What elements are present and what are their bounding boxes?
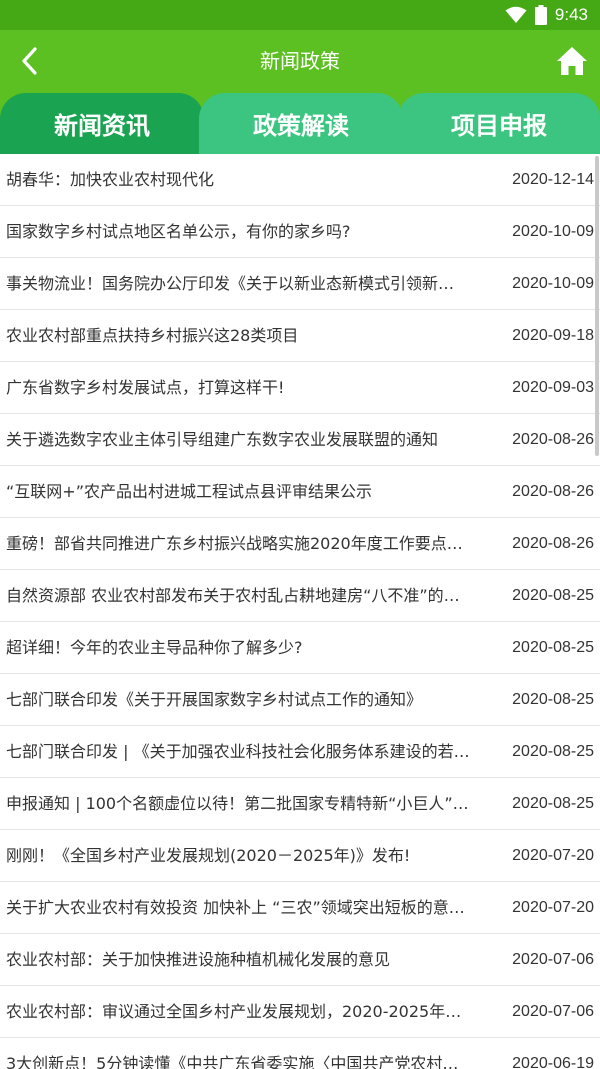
news-date: 2020-08-25 xyxy=(512,743,594,760)
news-title: 广东省数字乡村发展试点，打算这样干! xyxy=(6,378,285,397)
back-button[interactable] xyxy=(10,41,50,81)
news-title: 关于遴选数字农业主体引导组建广东数字农业发展联盟的通知 xyxy=(6,430,439,449)
wifi-icon xyxy=(505,6,527,23)
status-indicators: 9:43 xyxy=(505,0,588,30)
tab-news[interactable]: 新闻资讯 xyxy=(0,93,204,154)
news-date: 2020-09-03 xyxy=(512,379,594,396)
app-bar: 新闻政策 xyxy=(0,30,600,92)
status-time: 9:43 xyxy=(554,5,588,24)
list-item[interactable]: 自然资源部 农业农村部发布关于农村乱占耕地建房“八不准”的… 2020-08-2… xyxy=(0,570,600,622)
tab-policy[interactable]: 政策解读 xyxy=(199,93,403,154)
news-title: 3大创新点！5分钟读懂《中共广东省委实施〈中国共产党农村… xyxy=(6,1054,459,1069)
news-title: 农业农村部：审议通过全国乡村产业发展规划，2020-2025年… xyxy=(6,1002,462,1021)
news-date: 2020-06-19 xyxy=(512,1055,594,1069)
list-item[interactable]: 申报通知 | 100个名额虚位以待！第二批国家专精特新“小巨人”… 2020-0… xyxy=(0,778,600,830)
news-date: 2020-07-06 xyxy=(512,1003,594,1020)
list-item[interactable]: 七部门联合印发 | 《关于加强农业科技社会化服务体系建设的若… 2020-08-… xyxy=(0,726,600,778)
news-date: 2020-07-20 xyxy=(512,899,594,916)
list-item[interactable]: 刚刚！《全国乡村产业发展规划(2020－2025年)》发布! 2020-07-2… xyxy=(0,830,600,882)
news-date: 2020-08-26 xyxy=(512,535,594,552)
news-date: 2020-07-20 xyxy=(512,847,594,864)
list-item[interactable]: 七部门联合印发《关于开展国家数字乡村试点工作的通知》 2020-08-25 xyxy=(0,674,600,726)
tab-policy-label: 政策解读 xyxy=(253,112,349,140)
news-title: 农业农村部：关于加快推进设施种植机械化发展的意见 xyxy=(6,950,391,969)
home-icon xyxy=(557,47,587,75)
scrollbar[interactable] xyxy=(595,156,599,456)
chevron-left-icon xyxy=(22,47,37,75)
list-item[interactable]: 超详细！今年的农业主导品种你了解多少? 2020-08-25 xyxy=(0,622,600,674)
list-item[interactable]: 3大创新点！5分钟读懂《中共广东省委实施〈中国共产党农村… 2020-06-19 xyxy=(0,1038,600,1069)
news-date: 2020-08-25 xyxy=(512,795,594,812)
news-list[interactable]: 胡春华：加快农业农村现代化 2020-12-14 国家数字乡村试点地区名单公示，… xyxy=(0,154,600,1069)
news-title: 自然资源部 农业农村部发布关于农村乱占耕地建房“八不准”的… xyxy=(6,586,460,605)
list-item[interactable]: 农业农村部：审议通过全国乡村产业发展规划，2020-2025年… 2020-07… xyxy=(0,986,600,1038)
tab-projects[interactable]: 项目申报 xyxy=(398,93,600,154)
list-item[interactable]: 事关物流业！国务院办公厅印发《关于以新业态新模式引领新… 2020-10-09 xyxy=(0,258,600,310)
news-title: 刚刚！《全国乡村产业发展规划(2020－2025年)》发布! xyxy=(6,846,411,865)
news-date: 2020-10-09 xyxy=(512,223,594,240)
list-item[interactable]: 广东省数字乡村发展试点，打算这样干! 2020-09-03 xyxy=(0,362,600,414)
news-title: 申报通知 | 100个名额虚位以待！第二批国家专精特新“小巨人”… xyxy=(6,794,469,813)
status-bar: 9:43 xyxy=(0,0,600,30)
news-title: 七部门联合印发 | 《关于加强农业科技社会化服务体系建设的若… xyxy=(6,742,470,761)
list-item[interactable]: 国家数字乡村试点地区名单公示，有你的家乡吗? 2020-10-09 xyxy=(0,206,600,258)
list-item[interactable]: 重磅！部省共同推进广东乡村振兴战略实施2020年度工作要点… 2020-08-2… xyxy=(0,518,600,570)
news-title: 事关物流业！国务院办公厅印发《关于以新业态新模式引领新… xyxy=(6,274,455,293)
tab-bar: 新闻资讯 政策解读 项目申报 xyxy=(0,92,600,154)
list-item[interactable]: 农业农村部重点扶持乡村振兴这28类项目 2020-09-18 xyxy=(0,310,600,362)
news-date: 2020-08-25 xyxy=(512,691,594,708)
news-date: 2020-09-18 xyxy=(512,327,594,344)
news-title: 国家数字乡村试点地区名单公示，有你的家乡吗? xyxy=(6,222,351,241)
tab-projects-label: 项目申报 xyxy=(451,112,547,140)
battery-icon xyxy=(534,5,547,25)
news-date: 2020-10-09 xyxy=(512,275,594,292)
list-item[interactable]: 关于扩大农业农村有效投资 加快补上 “三农”领域突出短板的意… 2020-07-… xyxy=(0,882,600,934)
list-item[interactable]: “互联网+”农产品出村进城工程试点县评审结果公示 2020-08-26 xyxy=(0,466,600,518)
news-title: 关于扩大农业农村有效投资 加快补上 “三农”领域突出短板的意… xyxy=(6,898,465,917)
news-title: 农业农村部重点扶持乡村振兴这28类项目 xyxy=(6,326,299,345)
news-title: 重磅！部省共同推进广东乡村振兴战略实施2020年度工作要点… xyxy=(6,534,463,553)
news-date: 2020-08-26 xyxy=(512,483,594,500)
news-title: 超详细！今年的农业主导品种你了解多少? xyxy=(6,638,303,657)
news-title: “互联网+”农产品出村进城工程试点县评审结果公示 xyxy=(6,482,372,501)
news-date: 2020-07-06 xyxy=(512,951,594,968)
list-item[interactable]: 关于遴选数字农业主体引导组建广东数字农业发展联盟的通知 2020-08-26 xyxy=(0,414,600,466)
page-title: 新闻政策 xyxy=(260,49,340,73)
news-date: 2020-08-25 xyxy=(512,639,594,656)
news-date: 2020-08-26 xyxy=(512,431,594,448)
news-date: 2020-08-25 xyxy=(512,587,594,604)
news-date: 2020-12-14 xyxy=(512,171,594,188)
list-item[interactable]: 农业农村部：关于加快推进设施种植机械化发展的意见 2020-07-06 xyxy=(0,934,600,986)
list-item[interactable]: 胡春华：加快农业农村现代化 2020-12-14 xyxy=(0,154,600,206)
tab-news-label: 新闻资讯 xyxy=(54,112,150,140)
home-button[interactable] xyxy=(552,41,592,81)
news-title: 七部门联合印发《关于开展国家数字乡村试点工作的通知》 xyxy=(6,690,423,709)
news-title: 胡春华：加快农业农村现代化 xyxy=(6,170,215,189)
